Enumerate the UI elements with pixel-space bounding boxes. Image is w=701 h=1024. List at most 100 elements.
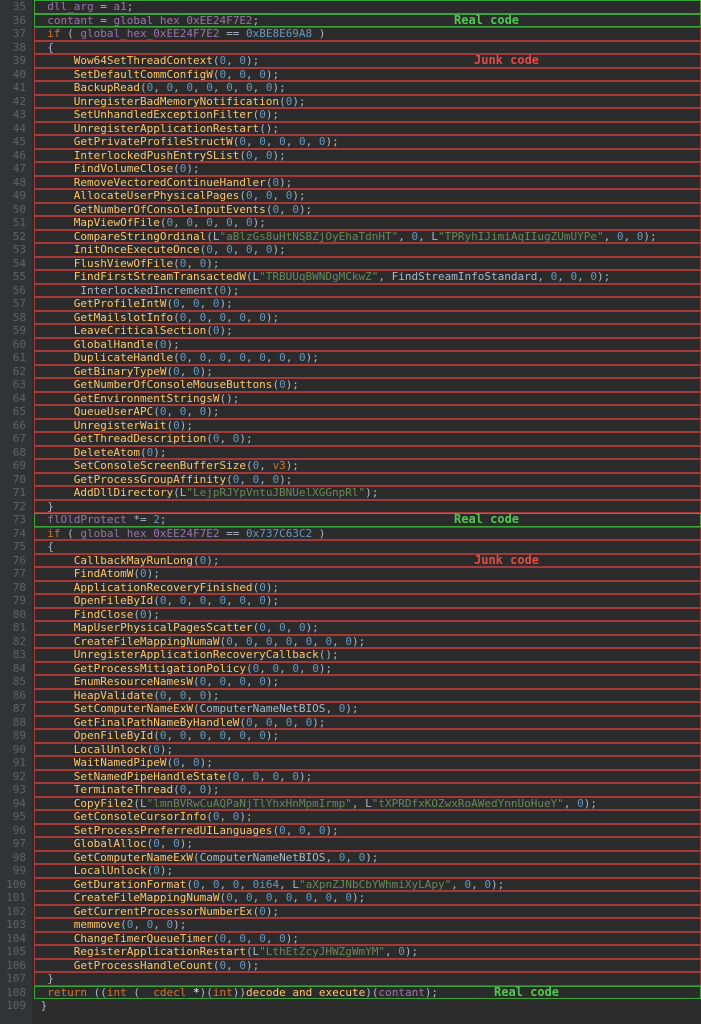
code-line[interactable]: DeleteAtom(0); <box>34 446 701 460</box>
code-line[interactable]: { <box>34 41 701 55</box>
code-line[interactable]: FindVolumeClose(0); <box>34 162 701 176</box>
code-line[interactable]: GetPrivateProfileStructW(0, 0, 0, 0, 0); <box>34 135 701 149</box>
code-line[interactable]: _InterlockedIncrement(0); <box>34 284 701 298</box>
code-area[interactable]: dll_arg = a1; contant = global_hex_0xEE2… <box>32 0 701 1024</box>
code-line[interactable]: if ( global_hex_0xEE24F7E2 == 0xBE8E69A8… <box>34 27 701 41</box>
code-line[interactable]: dll_arg = a1; <box>34 0 701 14</box>
code-line[interactable]: GlobalAlloc(0, 0); <box>34 837 701 851</box>
line-number: 97 <box>4 837 26 851</box>
code-line[interactable]: LocalUnlock(0); <box>34 864 701 878</box>
line-number: 87 <box>4 702 26 716</box>
code-line[interactable]: CreateFileMappingNumaW(0, 0, 0, 0, 0, 0,… <box>34 635 701 649</box>
line-number: 72 <box>4 500 26 514</box>
code-line[interactable]: FindFirstStreamTransactedW(L"TRBUUqBWNDg… <box>34 270 701 284</box>
code-line[interactable]: GetEnvironmentStringsW(); <box>34 392 701 406</box>
code-line[interactable]: FindClose(0); <box>34 608 701 622</box>
code-line[interactable]: QueueUserAPC(0, 0, 0); <box>34 405 701 419</box>
code-line[interactable]: SetComputerNameExW(ComputerNameNetBIOS, … <box>34 702 701 716</box>
code-line[interactable]: LocalUnlock(0); <box>34 743 701 757</box>
code-line[interactable]: GetNumberOfConsoleInputEvents(0, 0); <box>34 203 701 217</box>
code-line[interactable]: CompareStringOrdinal(L"aBlzGs8uHtNSBZjOy… <box>34 230 701 244</box>
code-line[interactable]: DuplicateHandle(0, 0, 0, 0, 0, 0, 0); <box>34 351 701 365</box>
line-number: 108 <box>4 986 26 1000</box>
code-line[interactable]: FindAtomW(0); <box>34 567 701 581</box>
code-line[interactable]: HeapValidate(0, 0, 0); <box>34 689 701 703</box>
code-line[interactable]: if ( global_hex_0xEE24F7E2 == 0x737C63C2… <box>34 527 701 541</box>
code-line[interactable]: } <box>34 999 701 1013</box>
code-line[interactable]: } <box>34 500 701 514</box>
code-line[interactable]: } <box>34 972 701 986</box>
line-number: 36 <box>4 14 26 28</box>
line-number: 37 <box>4 27 26 41</box>
code-line[interactable]: LeaveCriticalSection(0); <box>34 324 701 338</box>
code-line[interactable]: UnregisterWait(0); <box>34 419 701 433</box>
code-line[interactable]: InterlockedPushEntrySList(0, 0); <box>34 149 701 163</box>
junk-code-label: Junk code <box>474 54 539 68</box>
code-line[interactable]: SetProcessPreferredUILanguages(0, 0, 0); <box>34 824 701 838</box>
line-number: 60 <box>4 338 26 352</box>
code-line[interactable]: RemoveVectoredContinueHandler(0); <box>34 176 701 190</box>
code-line[interactable]: ApplicationRecoveryFinished(0); <box>34 581 701 595</box>
line-number: 57 <box>4 297 26 311</box>
code-editor: 3536373839404142434445464748495051525354… <box>0 0 701 1024</box>
code-line[interactable]: AddDllDirectory(L"LejpRJYpVntuJBNUelXGGn… <box>34 486 701 500</box>
code-line[interactable]: MapViewOfFile(0, 0, 0, 0, 0); <box>34 216 701 230</box>
code-line[interactable]: UnregisterBadMemoryNotification(0); <box>34 95 701 109</box>
line-number: 93 <box>4 783 26 797</box>
code-line[interactable]: CopyFile2(L"lmnBVRwCuAQPaNjTlYhxHnMpmIrm… <box>34 797 701 811</box>
code-line[interactable]: Wow64SetThreadContext(0, 0);Junk code <box>34 54 701 68</box>
code-line[interactable]: BackupRead(0, 0, 0, 0, 0, 0, 0); <box>34 81 701 95</box>
code-line[interactable]: AllocateUserPhysicalPages(0, 0, 0); <box>34 189 701 203</box>
code-line[interactable]: OpenFileById(0, 0, 0, 0, 0, 0); <box>34 594 701 608</box>
code-line[interactable]: ChangeTimerQueueTimer(0, 0, 0, 0); <box>34 932 701 946</box>
code-line[interactable]: GetDurationFormat(0, 0, 0, 0i64, L"aXpnZ… <box>34 878 701 892</box>
code-line[interactable]: { <box>34 540 701 554</box>
line-number: 66 <box>4 419 26 433</box>
code-line[interactable]: EnumResourceNamesW(0, 0, 0, 0); <box>34 675 701 689</box>
code-line[interactable]: InitOnceExecuteOnce(0, 0, 0, 0); <box>34 243 701 257</box>
code-line[interactable]: GetProcessHandleCount(0, 0); <box>34 959 701 973</box>
code-line[interactable]: TerminateThread(0, 0); <box>34 783 701 797</box>
code-line[interactable]: OpenFileById(0, 0, 0, 0, 0, 0); <box>34 729 701 743</box>
line-number: 91 <box>4 756 26 770</box>
code-line[interactable]: GlobalHandle(0); <box>34 338 701 352</box>
code-line[interactable]: CreateFileMappingNumaW(0, 0, 0, 0, 0, 0,… <box>34 891 701 905</box>
code-line[interactable]: UnregisterApplicationRecoveryCallback(); <box>34 648 701 662</box>
code-line[interactable]: GetProfileIntW(0, 0, 0); <box>34 297 701 311</box>
code-line[interactable]: GetMailslotInfo(0, 0, 0, 0, 0); <box>34 311 701 325</box>
line-number: 73 <box>4 513 26 527</box>
line-number: 98 <box>4 851 26 865</box>
line-number: 50 <box>4 203 26 217</box>
code-line[interactable]: GetNumberOfConsoleMouseButtons(0); <box>34 378 701 392</box>
code-line[interactable]: SetDefaultCommConfigW(0, 0, 0); <box>34 68 701 82</box>
code-line[interactable]: CallbackMayRunLong(0);Junk code <box>34 554 701 568</box>
line-number: 68 <box>4 446 26 460</box>
line-number: 104 <box>4 932 26 946</box>
line-number: 105 <box>4 945 26 959</box>
code-line[interactable]: return ((int (__cdecl *)(int))decode_and… <box>34 986 701 1000</box>
line-number: 55 <box>4 270 26 284</box>
real-code-label: Real code <box>494 986 559 1000</box>
code-line[interactable]: GetBinaryTypeW(0, 0); <box>34 365 701 379</box>
code-line[interactable]: UnregisterApplicationRestart(); <box>34 122 701 136</box>
code-line[interactable]: memmove(0, 0, 0); <box>34 918 701 932</box>
code-line[interactable]: GetFinalPathNameByHandleW(0, 0, 0, 0); <box>34 716 701 730</box>
code-line[interactable]: GetProcessMitigationPolicy(0, 0, 0, 0); <box>34 662 701 676</box>
code-line[interactable]: flOldProtect *= 2;Real code <box>34 513 701 527</box>
code-line[interactable]: SetConsoleScreenBufferSize(0, v3); <box>34 459 701 473</box>
code-line[interactable]: RegisterApplicationRestart(L"LthEtZcyJHW… <box>34 945 701 959</box>
code-line[interactable]: contant = global_hex_0xEE24F7E2;Real cod… <box>34 14 701 28</box>
code-line[interactable]: GetConsoleCursorInfo(0, 0); <box>34 810 701 824</box>
code-line[interactable]: GetComputerNameExW(ComputerNameNetBIOS, … <box>34 851 701 865</box>
code-line[interactable]: GetThreadDescription(0, 0); <box>34 432 701 446</box>
line-number: 85 <box>4 675 26 689</box>
code-line[interactable]: MapUserPhysicalPagesScatter(0, 0, 0); <box>34 621 701 635</box>
code-line[interactable]: SetNamedPipeHandleState(0, 0, 0, 0); <box>34 770 701 784</box>
code-line[interactable]: WaitNamedPipeW(0, 0); <box>34 756 701 770</box>
code-line[interactable]: GetCurrentProcessorNumberEx(0); <box>34 905 701 919</box>
code-line[interactable]: SetUnhandledExceptionFilter(0); <box>34 108 701 122</box>
line-number: 83 <box>4 648 26 662</box>
line-number-gutter: 3536373839404142434445464748495051525354… <box>0 0 32 1024</box>
code-line[interactable]: FlushViewOfFile(0, 0); <box>34 257 701 271</box>
code-line[interactable]: GetProcessGroupAffinity(0, 0, 0); <box>34 473 701 487</box>
